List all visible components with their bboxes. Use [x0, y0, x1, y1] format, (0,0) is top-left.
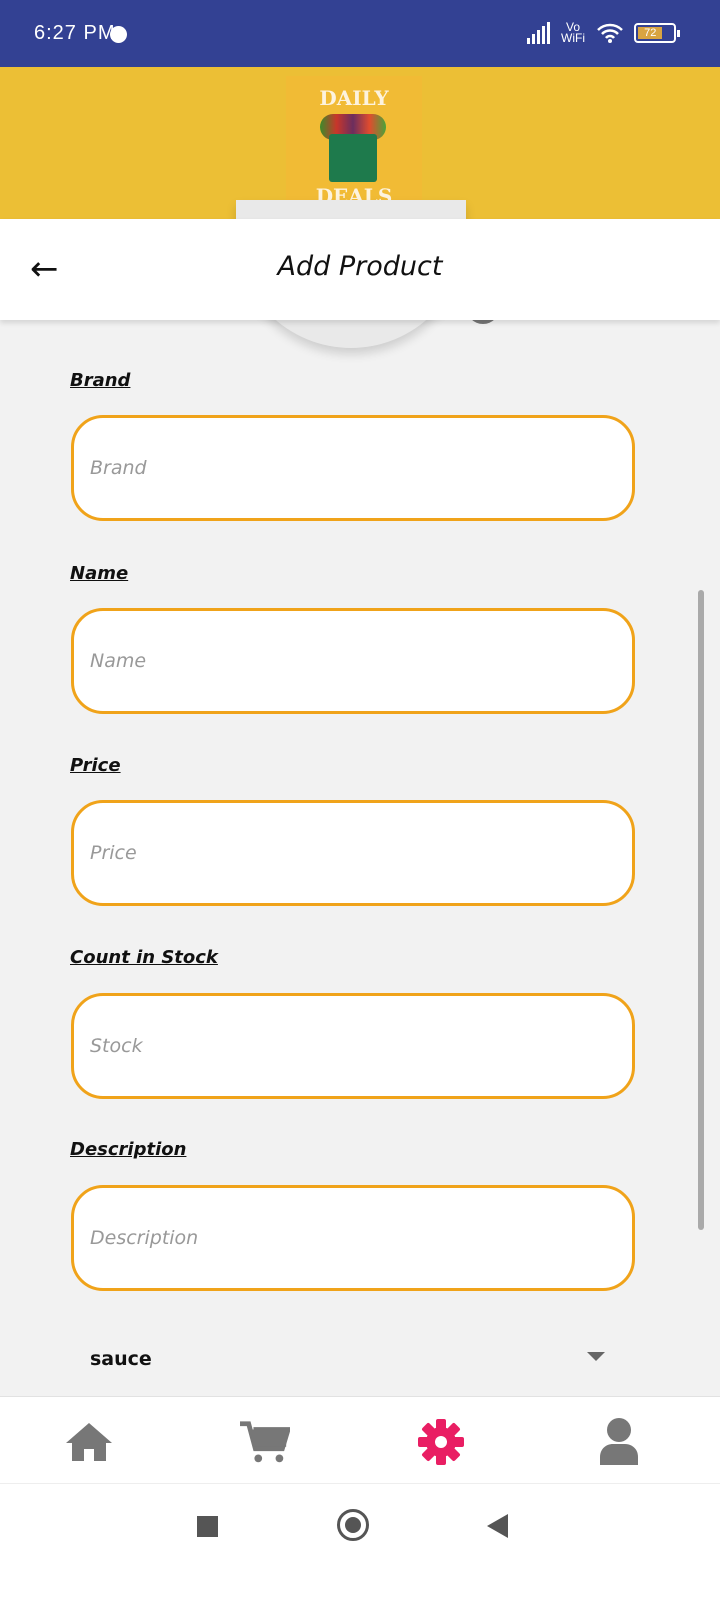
- app-toolbar: ← Add Product: [0, 219, 720, 320]
- name-input[interactable]: Name: [71, 608, 635, 714]
- battery-icon: 72: [634, 23, 680, 43]
- vowifi-label: Vo WiFi: [561, 20, 585, 45]
- page-title: Add Product: [277, 251, 443, 282]
- status-bar: 6:27 PM Vo WiFi 72: [0, 0, 720, 67]
- stock-label: Count in Stock: [70, 947, 218, 968]
- chevron-down-icon: [587, 1352, 605, 1361]
- brand-label: Brand: [70, 370, 131, 391]
- user-icon: [600, 1418, 638, 1465]
- status-time: 6:27 PM: [34, 22, 116, 44]
- notification-icon: [110, 26, 127, 43]
- stock-input[interactable]: Stock: [71, 993, 635, 1099]
- wifi-icon: [597, 23, 623, 43]
- category-dropdown[interactable]: sauce: [70, 1340, 620, 1380]
- battery-level: 72: [638, 27, 663, 39]
- signal-icon: [527, 22, 550, 44]
- home-button[interactable]: [337, 1509, 369, 1541]
- system-nav-bar: [0, 1483, 720, 1600]
- cart-icon: [240, 1421, 290, 1463]
- name-label: Name: [70, 563, 129, 584]
- category-selected: sauce: [90, 1348, 152, 1370]
- home-icon: [66, 1423, 112, 1461]
- recents-button[interactable]: [197, 1516, 218, 1537]
- gear-icon: [418, 1419, 464, 1465]
- daily-deals-logo: DAILY DEALS: [286, 76, 422, 212]
- logo-line1: DAILY: [319, 86, 389, 110]
- nav-profile[interactable]: [594, 1417, 644, 1467]
- price-label: Price: [70, 755, 121, 776]
- description-input[interactable]: Description: [71, 1185, 635, 1291]
- nav-cart[interactable]: [240, 1417, 290, 1467]
- price-input[interactable]: Price: [71, 800, 635, 906]
- brand-header: DAILY DEALS: [0, 67, 720, 219]
- scrollbar[interactable]: [698, 590, 704, 1230]
- back-button[interactable]: [487, 1514, 508, 1538]
- grocery-bag-image: [329, 134, 377, 182]
- brand-input[interactable]: Brand: [71, 415, 635, 521]
- nav-home[interactable]: [64, 1417, 114, 1467]
- bottom-nav: [0, 1396, 720, 1483]
- nav-settings[interactable]: [416, 1417, 466, 1467]
- description-label: Description: [70, 1139, 187, 1160]
